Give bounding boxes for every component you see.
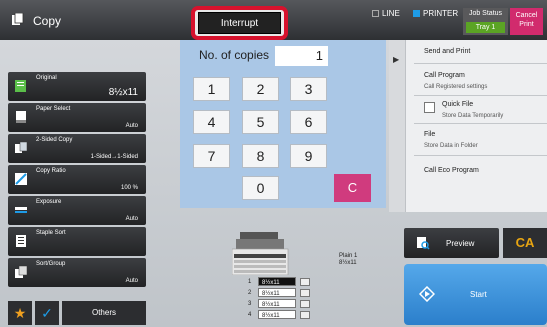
tray-row-3[interactable]: 3 8½x11 [248, 299, 314, 309]
sort-group-button[interactable]: Sort/Group Auto [8, 258, 146, 287]
key-1[interactable]: 1 [193, 77, 230, 101]
two-sided-copy-button[interactable]: 2-Sided Copy 1-Sided→1-Sided [8, 134, 146, 163]
collapse-arrow-icon: ▶ [393, 55, 400, 64]
line-status-icon [372, 10, 379, 17]
original-value: 8½x11 [108, 87, 138, 98]
mode-title: Copy [33, 14, 62, 28]
cancel-print-label-2: Print [519, 21, 534, 28]
paper-size: 8½x11 [339, 260, 357, 266]
start-button[interactable]: Start [404, 264, 547, 325]
clear-button[interactable]: C [334, 174, 371, 202]
paper-select-button[interactable]: Paper Select Auto [8, 103, 146, 132]
line-label: LINE [382, 9, 400, 18]
favorite-star-icon[interactable]: ★ [8, 301, 32, 325]
check-icon[interactable]: ✓ [35, 301, 59, 325]
paper-select-icon [16, 111, 26, 123]
tray-number: 1 [248, 279, 252, 285]
original-icon [15, 80, 26, 92]
paper-select-label: Paper Select [36, 106, 71, 112]
key-8[interactable]: 8 [242, 144, 279, 168]
quick-file-label: Quick File [442, 101, 474, 108]
tray-size: 8½x11 [258, 288, 296, 297]
staple-sort-icon [16, 235, 26, 247]
tray-number: 3 [248, 301, 252, 307]
tray-number: 4 [248, 312, 252, 318]
tray-row-4[interactable]: 4 8½x11 [248, 310, 314, 320]
tray-size: 8½x11 [258, 277, 296, 286]
key-7[interactable]: 7 [193, 144, 230, 168]
key-9[interactable]: 9 [290, 144, 327, 168]
start-icon [419, 286, 435, 302]
call-eco-program-item[interactable]: Call Eco Program [414, 156, 547, 186]
tray-indicator: Tray 1 [466, 22, 505, 33]
tray-number: 2 [248, 290, 252, 296]
exposure-icon [15, 207, 27, 213]
tray-icon [300, 311, 310, 319]
start-label: Start [470, 290, 487, 299]
exposure-value: Auto [125, 216, 138, 222]
job-status-label: Job Status [468, 10, 503, 17]
key-4[interactable]: 4 [193, 110, 230, 134]
copy-ratio-value: 100 % [120, 185, 138, 191]
copies-input[interactable]: 1 [275, 46, 328, 66]
call-program-label: Call Program [424, 72, 465, 79]
paper-select-value: Auto [125, 123, 138, 129]
line-indicator: LINE [372, 9, 400, 18]
copy-ratio-label: Copy Ratio [36, 168, 66, 174]
tray-icon [300, 278, 310, 286]
original-label: Original [36, 75, 57, 81]
exposure-button[interactable]: Exposure Auto [8, 196, 146, 225]
printer-indicator: PRINTER [413, 9, 458, 18]
tray-icon [300, 300, 310, 308]
copier-machine-icon [232, 232, 289, 275]
copies-label: No. of copies [199, 48, 270, 62]
file-sub: Store Data in Folder [424, 143, 478, 149]
printer-status-icon [413, 10, 420, 17]
interrupt-button[interactable]: Interrupt [198, 12, 281, 34]
copy-ratio-icon [15, 173, 27, 185]
two-sided-value: 1-Sided→1-Sided [90, 154, 138, 160]
paper-type-label: Plain 1 8½x11 [339, 253, 357, 267]
preview-button[interactable]: Preview [404, 228, 499, 258]
cancel-print-label-1: Cancel [515, 12, 538, 19]
quick-file-checkbox[interactable] [424, 102, 435, 113]
sort-group-value: Auto [125, 278, 138, 284]
key-0[interactable]: 0 [242, 176, 279, 200]
printer-label: PRINTER [423, 9, 459, 18]
others-button[interactable]: Others [62, 301, 146, 325]
send-and-print-label: Send and Print [424, 48, 471, 55]
preview-magnifier-icon [417, 237, 430, 250]
copy-ratio-button[interactable]: Copy Ratio 100 % [8, 165, 146, 194]
call-program-sub: Call Registered settings [424, 84, 488, 90]
staple-sort-label: Staple Sort [36, 230, 66, 236]
tray-row-1[interactable]: 1 8½x11 [248, 277, 314, 287]
key-2[interactable]: 2 [242, 77, 279, 101]
call-eco-program-label: Call Eco Program [424, 167, 479, 174]
call-program-item[interactable]: Call Program Call Registered settings [414, 64, 547, 96]
file-item[interactable]: File Store Data in Folder [414, 124, 547, 156]
sort-group-icon [15, 265, 28, 278]
tray-size: 8½x11 [258, 310, 296, 319]
key-5[interactable]: 5 [242, 110, 279, 134]
tray-icon [300, 289, 310, 297]
sort-group-label: Sort/Group [36, 261, 66, 267]
tray-size: 8½x11 [258, 299, 296, 308]
panel-collapse-tab[interactable] [389, 40, 406, 212]
key-6[interactable]: 6 [290, 110, 327, 134]
cancel-print-button[interactable]: Cancel Print [510, 8, 543, 35]
clear-all-button[interactable]: CA [503, 228, 547, 258]
preview-label: Preview [446, 239, 475, 248]
paper-type: Plain 1 [339, 253, 358, 259]
copy-icon [12, 13, 24, 25]
tray-row-2[interactable]: 2 8½x11 [248, 288, 314, 298]
file-label: File [424, 131, 436, 138]
two-sided-icon [15, 141, 28, 153]
send-and-print-item[interactable]: Send and Print [414, 40, 547, 64]
quick-file-sub: Store Data Temporarily [442, 113, 504, 119]
exposure-label: Exposure [36, 199, 62, 205]
staple-sort-button[interactable]: Staple Sort [8, 227, 146, 256]
original-button[interactable]: Original 8½x11 [8, 72, 146, 101]
key-3[interactable]: 3 [290, 77, 327, 101]
two-sided-label: 2-Sided Copy [36, 137, 73, 143]
